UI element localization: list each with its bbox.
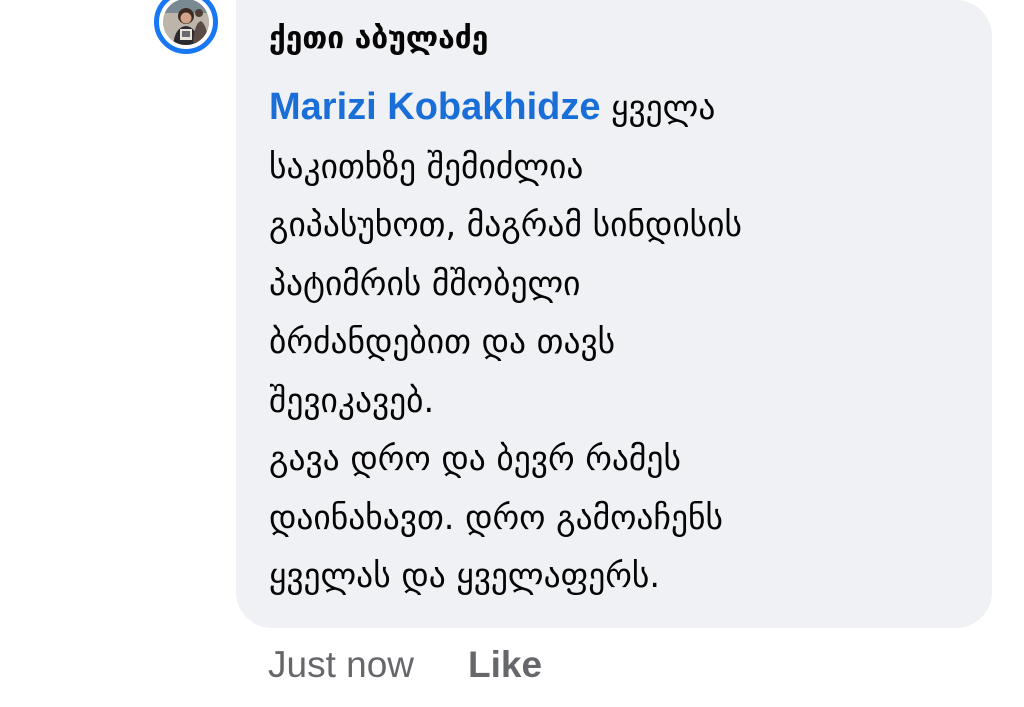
comment-actions: Just now Like [268, 644, 542, 686]
comment-line: Marizi Kobakhidze ყველა [269, 78, 962, 138]
comment-bubble: ქეთი აბულაძე Marizi Kobakhidze ყველა საკ… [236, 0, 992, 628]
comment-line: გიპასუხოთ, მაგრამ სინდისის [269, 205, 743, 244]
avatar[interactable] [154, 0, 218, 54]
comment-line: პატიმრის მშობელი [269, 263, 581, 303]
comment-line: საკითხზე შემიძლია [269, 146, 584, 186]
comment-line: შევიკავებ. [269, 380, 435, 420]
comment-body: Marizi Kobakhidze ყველა საკითხზე შემიძლი… [269, 78, 962, 606]
avatar-photo-icon [163, 0, 209, 45]
comment-author[interactable]: ქეთი აბულაძე [269, 20, 962, 64]
like-button[interactable]: Like [468, 644, 542, 686]
mention-link[interactable]: Marizi Kobakhidze [269, 86, 601, 128]
comment-timestamp[interactable]: Just now [268, 644, 414, 686]
comment-line: ბრძანდებით და თავს [269, 322, 616, 361]
comment-text: ყველა [611, 88, 716, 127]
comment-line: დაინახავთ. დრო გამოაჩენს [269, 497, 723, 537]
comment-line: გავა დრო და ბევრ რამეს [269, 439, 681, 478]
comment-line: ყველას და ყველაფერს. [269, 556, 661, 595]
